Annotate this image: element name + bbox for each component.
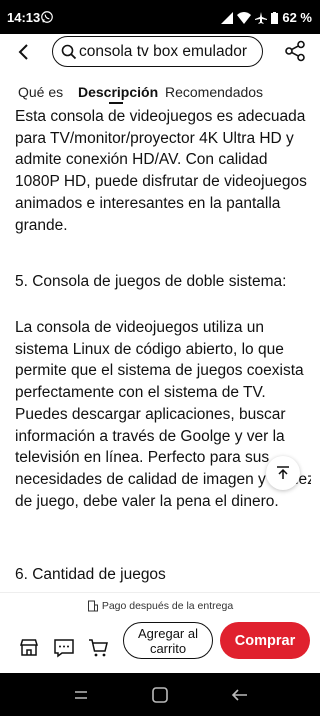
- section-heading: 6. Cantidad de juegos: [15, 566, 166, 583]
- description-paragraph: Esta consola de videojuegos es adecuada …: [15, 108, 307, 234]
- active-tab-indicator: [109, 102, 123, 104]
- wifi-icon: [237, 11, 252, 24]
- home-icon[interactable]: [151, 687, 169, 703]
- battery-icon: [271, 11, 279, 24]
- description-content: Esta consola de videojuegos es adecuada …: [15, 106, 311, 584]
- section-heading: 5. Consola de juegos de doble sistema:: [15, 273, 287, 290]
- signal-icon: [221, 11, 234, 24]
- search-input[interactable]: consola tv box emulador: [52, 36, 263, 67]
- scroll-to-top-button[interactable]: [266, 456, 300, 490]
- whatsapp-icon: [41, 11, 53, 23]
- back-nav-icon[interactable]: [231, 687, 249, 703]
- bottom-action-bar: Pago después de la entrega Agregar al ca…: [0, 592, 320, 673]
- description-paragraph: La consola de videojuegos utiliza un sis…: [15, 319, 311, 510]
- arrow-up-icon: [277, 466, 289, 479]
- system-nav-bar: [0, 673, 320, 716]
- cart-icon[interactable]: [88, 637, 110, 659]
- back-button[interactable]: [12, 40, 36, 64]
- payment-note: Pago después de la entrega: [0, 600, 320, 612]
- cash-on-delivery-icon: [87, 600, 98, 612]
- recent-apps-icon[interactable]: [72, 687, 90, 703]
- search-query: consola tv box emulador: [79, 42, 248, 60]
- chat-icon[interactable]: [53, 637, 75, 659]
- section-tabs: Qué es Descripción Recomendados: [0, 78, 320, 106]
- store-icon[interactable]: [18, 637, 40, 659]
- tab-que-es[interactable]: Qué es: [18, 84, 63, 100]
- airplane-icon: [255, 11, 268, 24]
- search-icon: [61, 44, 77, 59]
- payment-note-text: Pago después de la entrega: [101, 600, 234, 612]
- share-icon[interactable]: [284, 40, 306, 62]
- tab-descripcion[interactable]: Descripción: [78, 84, 158, 100]
- buy-button[interactable]: Comprar: [220, 622, 310, 659]
- search-header: consola tv box emulador: [0, 34, 320, 74]
- status-time: 14:13: [7, 10, 41, 25]
- tab-recomendados[interactable]: Recomendados: [165, 84, 263, 100]
- battery-level: 62 %: [282, 10, 312, 25]
- chevron-left-icon: [18, 44, 28, 60]
- status-bar: 14:13 62 %: [0, 0, 320, 34]
- add-to-cart-button[interactable]: Agregar al carrito: [123, 622, 213, 659]
